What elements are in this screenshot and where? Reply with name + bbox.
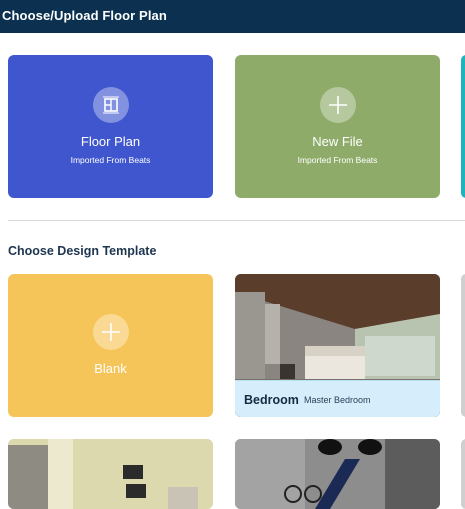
bedroom-template-card[interactable]: Bedroom Master Bedroom (235, 274, 440, 417)
design-section-title: Choose Design Template (8, 244, 157, 258)
template-thumbnail (235, 439, 440, 509)
floor-plan-card[interactable]: Floor Plan Imported From Beats (8, 55, 213, 198)
new-file-title: New File (312, 134, 363, 149)
template-card[interactable] (235, 439, 440, 509)
next-template-card-partial[interactable] (461, 274, 465, 417)
plus-icon (93, 314, 129, 350)
bedroom-subtitle: Master Bedroom (304, 395, 371, 405)
floor-plan-title: Floor Plan (80, 134, 141, 149)
template-card[interactable] (8, 439, 213, 509)
header-bar: Choose/Upload Floor Plan (0, 0, 465, 33)
plus-icon (320, 87, 356, 123)
floor-plan-subtitle: Imported From Beats (70, 155, 151, 165)
section-divider (8, 220, 465, 221)
blank-template-title: Blank (94, 361, 127, 376)
bedroom-title: Bedroom (244, 393, 299, 407)
blank-template-card[interactable]: Blank (8, 274, 213, 417)
floor-plan-icon (93, 87, 129, 123)
new-file-card[interactable]: New File Imported From Beats (235, 55, 440, 198)
template-thumbnail (8, 439, 213, 509)
next-upload-card-partial[interactable] (461, 55, 465, 198)
bedroom-label-strip: Bedroom Master Bedroom (235, 380, 440, 417)
new-file-subtitle: Imported From Beats (297, 155, 378, 165)
next-template-card-partial[interactable] (461, 439, 465, 509)
page-title: Choose/Upload Floor Plan (2, 8, 167, 23)
